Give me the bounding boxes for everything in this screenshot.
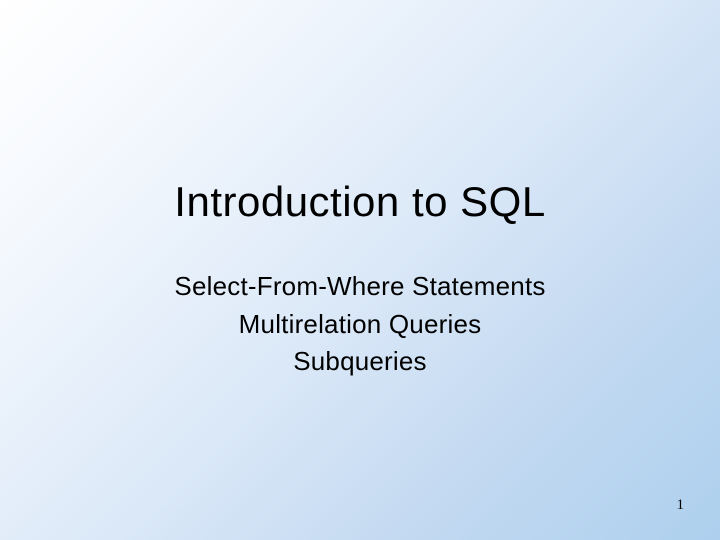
subtitle-line-3: Subqueries: [174, 343, 545, 381]
subtitle-line-2: Multirelation Queries: [174, 306, 545, 344]
subtitle-line-1: Select-From-Where Statements: [174, 268, 545, 306]
slide-title: Introduction to SQL: [174, 178, 545, 226]
slide-subtitles: Select-From-Where Statements Multirelati…: [174, 268, 545, 381]
page-number: 1: [677, 497, 685, 514]
slide-container: Introduction to SQL Select-From-Where St…: [0, 0, 720, 540]
